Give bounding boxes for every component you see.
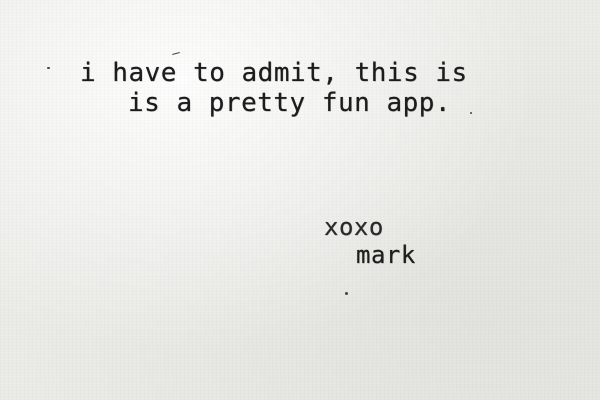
note-line-2: is a pretty fun app.	[128, 88, 452, 118]
signature-line-1: xoxo	[324, 213, 384, 241]
note-line-1: i have to admit, this is	[80, 58, 468, 88]
signature-line-2: mark	[356, 241, 416, 269]
ink-speck	[470, 112, 472, 114]
typewritten-note: i have to admit, this is is a pretty fun…	[0, 0, 600, 400]
ink-speck	[47, 67, 50, 69]
ink-speck	[345, 292, 348, 295]
ink-speck	[172, 51, 180, 56]
